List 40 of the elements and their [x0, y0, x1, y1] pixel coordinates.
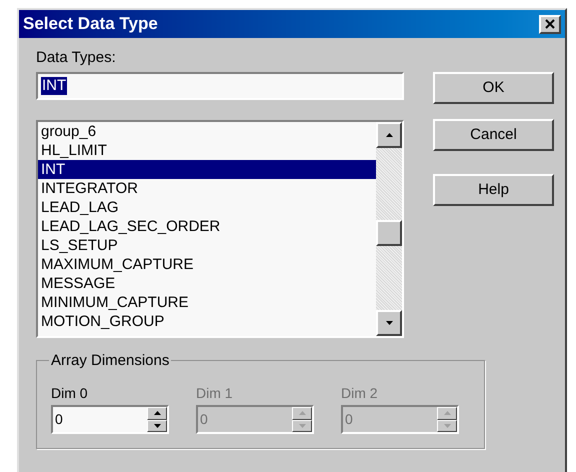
list-item[interactable]: MOTION_GROUP [38, 312, 376, 331]
list-item[interactable]: MESSAGE [38, 274, 376, 293]
down-arrow-icon [154, 424, 160, 428]
list-item[interactable]: INT [38, 160, 376, 179]
down-arrow-icon [444, 424, 450, 428]
dim-label: Dim 0 [51, 384, 89, 403]
dim-label: Dim 1 [196, 384, 234, 403]
scroll-up-button[interactable] [376, 122, 402, 148]
list-item[interactable]: group_6 [38, 122, 376, 141]
list-item[interactable]: MAXIMUM_CAPTURE [38, 255, 376, 274]
dialog-button[interactable]: Help [433, 174, 554, 206]
field-value: INT [41, 77, 68, 95]
close-icon [545, 19, 555, 29]
scroll-down-button[interactable] [376, 310, 402, 336]
up-arrow-icon [154, 411, 160, 416]
list-item[interactable]: HL_LIMIT [38, 141, 376, 160]
up-arrow-icon [444, 411, 450, 416]
list-item[interactable]: LEAD_LAG_SEC_ORDER [38, 217, 376, 236]
down-arrow-icon [386, 321, 392, 325]
scroll-thumb[interactable] [376, 220, 402, 246]
field-label: Data Types: [36, 48, 117, 68]
dim-spin-field[interactable]: 0 [51, 405, 169, 434]
window-title: Select Data Type [23, 13, 158, 36]
list-item[interactable]: LS_SETUP [38, 236, 376, 255]
list-item[interactable]: MINIMUM_CAPTURE [38, 293, 376, 312]
down-arrow-icon [298, 424, 306, 428]
data-type-field[interactable]: INT [36, 72, 404, 100]
dialog-button[interactable]: Cancel [433, 119, 554, 151]
list-item[interactable]: LEAD_LAG [38, 198, 376, 217]
spin-up-button[interactable] [147, 407, 167, 420]
close-button[interactable] [539, 14, 561, 34]
dim-value: 0 [200, 410, 209, 429]
up-arrow-icon [298, 411, 306, 416]
list-item[interactable]: INTEGRATOR [38, 179, 376, 198]
dim-label: Dim 2 [341, 384, 379, 403]
up-arrow-icon [386, 133, 392, 137]
dim-value: 0 [345, 410, 354, 429]
spin-down-button[interactable] [147, 420, 167, 432]
dim-value: 0 [55, 410, 64, 429]
dialog-button[interactable]: OK [433, 72, 554, 104]
